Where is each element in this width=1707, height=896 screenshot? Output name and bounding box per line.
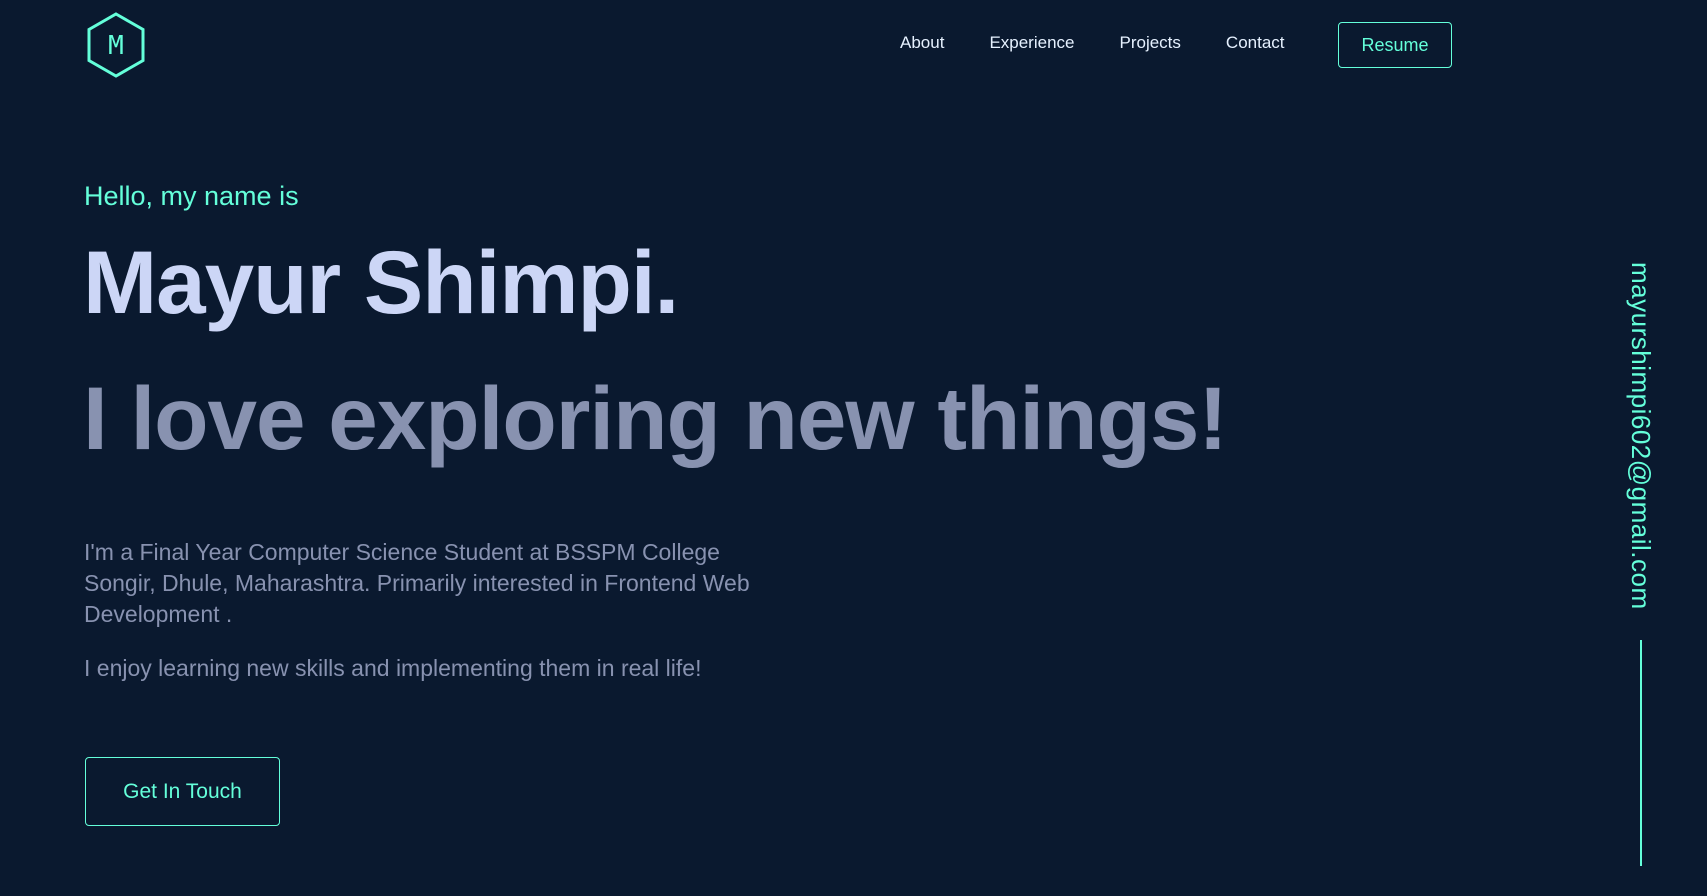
hexagon-logo-icon: M [87,12,145,78]
resume-button[interactable]: Resume [1338,22,1452,68]
hero-bio-secondary-paragraph: I enjoy learning new skills and implemen… [84,655,702,681]
greeting-text: Hello, my name is [84,181,299,211]
side-email-rail: mayurshimpi602@gmail.com [1622,262,1662,632]
nav-link-contact[interactable]: Contact [1226,34,1285,51]
hero-tagline-heading: I love exploring new things! [83,368,1228,468]
hero-name-heading: Mayur Shimpi. [83,232,679,332]
portfolio-page: M About Experience Projects Contact Resu… [0,0,1707,896]
logo-home-link[interactable]: M [86,12,146,78]
logo-letter: M [108,31,124,61]
nav-link-about[interactable]: About [900,34,944,51]
email-rail-line [1640,640,1642,866]
hero-bio-paragraph: I'm a Final Year Computer Science Studen… [84,539,750,627]
email-link[interactable]: mayurshimpi602@gmail.com [1622,262,1660,610]
get-in-touch-button[interactable]: Get In Touch [85,757,280,826]
nav-link-projects[interactable]: Projects [1120,34,1181,51]
nav-link-experience[interactable]: Experience [989,34,1074,51]
main-nav: About Experience Projects Contact [900,22,1285,70]
